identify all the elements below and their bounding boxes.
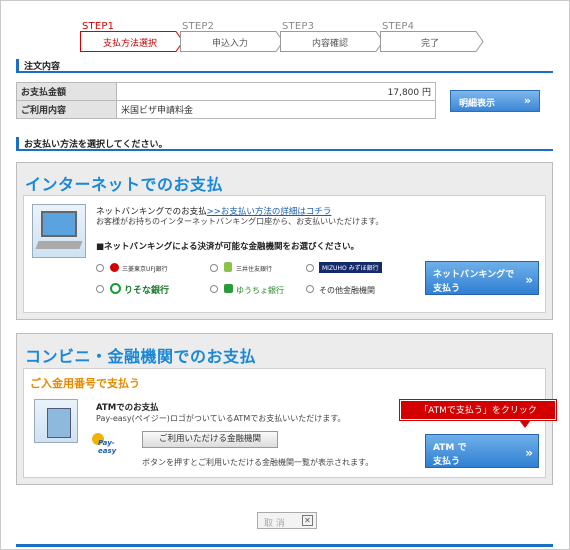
atm-pay-button-line2: 支払う <box>433 457 461 467</box>
header-bar-mark <box>16 59 19 71</box>
smbc-logo-icon <box>224 262 232 272</box>
bank-radio-other[interactable] <box>306 285 314 293</box>
bank-label-smbc: 三井住友銀行 <box>236 266 273 273</box>
internet-payment-body: ネットバンキングでのお支払>>お支払い方法の詳細はコチラ お客様がお持ちのインタ… <box>23 195 546 313</box>
callout-pointer <box>519 420 531 428</box>
available-institutions-button[interactable]: ご利用いただける金融機関 <box>142 431 278 448</box>
bank-label-resona: りそな銀行 <box>124 286 170 296</box>
bank-label-mizuho: MIZUHO みずほ銀行 <box>319 262 382 273</box>
net-banking-desc: お客様がお持ちのインターネットバンキング口座から、お支払いいただけます。 <box>96 217 384 226</box>
bank-label-yucho: ゆうちょ銀行 <box>236 286 284 295</box>
step-1: STEP1 支払方法選択 <box>80 21 190 52</box>
bank-select-instruction: ■ネットバンキングによる決済が可能な金融機関をお選びください。 <box>96 242 359 252</box>
double-chevron-icon: » <box>525 273 533 287</box>
yucho-logo-icon <box>224 284 233 293</box>
atm-payment-title: ATMでのお支払 <box>96 403 159 413</box>
bank-radio-mizuho[interactable] <box>306 264 314 272</box>
institutions-button-desc: ボタンを押すとご利用いただける金融機関一覧が表示されます。 <box>142 458 374 467</box>
bottom-divider <box>16 544 553 547</box>
bank-radio-smbc[interactable] <box>210 264 218 272</box>
cancel-button[interactable]: 取 消 ✕ <box>257 512 317 529</box>
order-heading: 注文内容 <box>24 62 61 72</box>
step-3-label: 内容確認 <box>311 39 348 49</box>
order-section-header: 注文内容 <box>16 57 553 73</box>
double-chevron-icon: » <box>525 446 533 460</box>
bank-label-mufg: 三菱東京UFJ銀行 <box>122 266 168 273</box>
atm-payment-desc: Pay-easy(ペイジー)ロゴがついているATMでお支払いいただけます。 <box>96 414 346 423</box>
content-value: 米国ビザ申請料金 <box>116 100 436 119</box>
detail-display-button[interactable]: 明細表示 » <box>450 90 540 112</box>
step-2-label: 申込入力 <box>211 39 248 49</box>
content-label: ご利用内容 <box>16 100 117 119</box>
bank-radio-mufg[interactable] <box>96 264 104 272</box>
bank-radio-yucho[interactable] <box>210 285 218 293</box>
conv-payment-title: コンビニ・金融機関でのお支払 <box>25 347 257 366</box>
payeasy-logo-text: Pay-easy <box>98 439 117 455</box>
click-instruction-callout: 「ATMで支払う」をクリック <box>400 400 556 428</box>
callout-text: 「ATMで支払う」をクリック <box>419 406 537 416</box>
amount-label: お支払金額 <box>16 82 117 101</box>
step-2: STEP2 申込入力 <box>180 21 290 52</box>
table-row: お支払金額 17,800 円 <box>16 82 436 101</box>
detail-button-label: 明細表示 <box>459 99 496 109</box>
amount-value: 17,800 円 <box>116 82 436 101</box>
step-3: STEP3 内容確認 <box>280 21 390 52</box>
atm-icon <box>34 399 78 443</box>
payment-select-heading: お支払い方法を選択してください。 <box>24 140 168 150</box>
net-banking-pay-button[interactable]: ネットバンキングで 支払う » <box>425 261 539 295</box>
internet-payment-title: インターネットでのお支払 <box>25 175 224 194</box>
step-1-label: 支払方法選択 <box>102 39 157 49</box>
resona-logo-icon <box>110 283 121 294</box>
order-table: お支払金額 17,800 円 ご利用内容 米国ビザ申請料金 <box>16 82 436 119</box>
payment-number-subtitle: ご入金用番号で支払う <box>30 377 140 390</box>
mufg-logo-icon <box>110 263 119 272</box>
step-4: STEP4 完了 <box>380 21 490 52</box>
cancel-button-label: 取 消 <box>264 519 285 529</box>
close-icon: ✕ <box>302 515 313 526</box>
net-pay-button-line1: ネットバンキングで <box>433 270 515 280</box>
progress-steps: STEP1 支払方法選択 STEP2 申込入力 STEP3 内容確認 STEP4… <box>80 21 500 52</box>
atm-pay-button[interactable]: ATM で 支払う » <box>425 434 539 468</box>
atm-pay-button-line1: ATM で <box>433 443 467 453</box>
table-row: ご利用内容 米国ビザ申請料金 <box>16 100 436 119</box>
internet-payment-panel: インターネットでのお支払 ネットバンキングでのお支払>>お支払い方法の詳細はコチ… <box>16 162 553 320</box>
payment-select-header: お支払い方法を選択してください。 <box>16 135 553 151</box>
header-bar-mark <box>16 137 19 149</box>
bank-label-other: その他金融機関 <box>319 286 375 295</box>
step-4-label: 完了 <box>420 39 439 49</box>
computer-icon <box>32 204 86 258</box>
bank-radio-resona[interactable] <box>96 285 104 293</box>
double-chevron-icon: » <box>523 94 531 107</box>
net-pay-button-line2: 支払う <box>433 284 461 294</box>
